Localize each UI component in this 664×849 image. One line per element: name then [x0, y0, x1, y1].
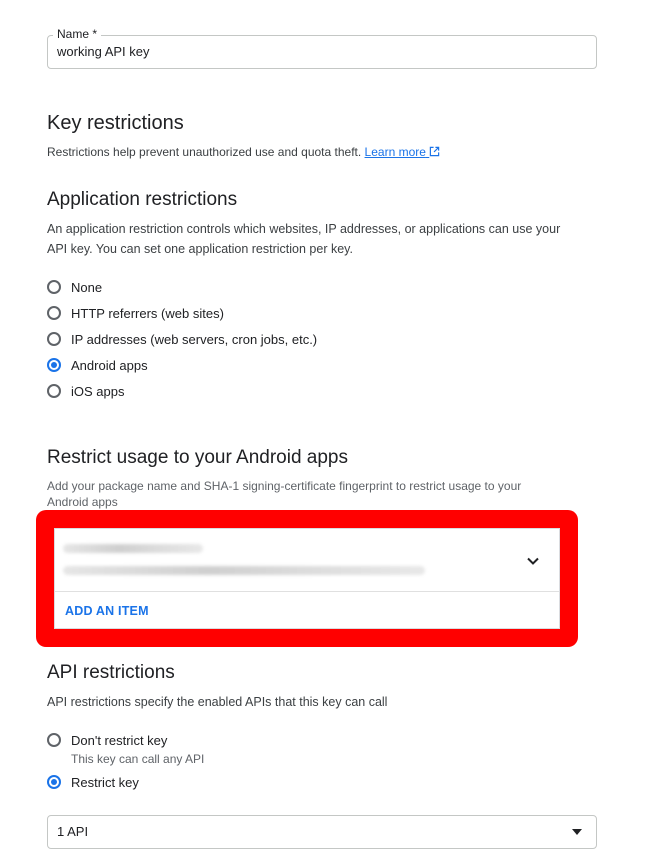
- learn-more-label: Learn more: [364, 145, 426, 159]
- application-restrictions-desc-1: An application restriction controls whic…: [47, 222, 561, 236]
- android-restrict-desc-2: Android apps: [47, 495, 118, 509]
- radio-ios-apps[interactable]: iOS apps: [47, 381, 124, 401]
- add-item-button[interactable]: ADD AN ITEM: [65, 604, 149, 618]
- key-restrictions-text: Restrictions help prevent unauthorized u…: [47, 145, 362, 159]
- api-restrictions-desc: API restrictions specify the enabled API…: [47, 695, 388, 709]
- divider: [55, 591, 559, 592]
- external-link-icon: [430, 146, 440, 157]
- api-restrictions-title: API restrictions: [47, 662, 175, 683]
- radio-http-referrers[interactable]: HTTP referrers (web sites): [47, 303, 224, 323]
- radio-button[interactable]: [47, 733, 61, 747]
- chevron-down-icon[interactable]: [525, 553, 541, 569]
- redacted-package-name: [63, 544, 203, 553]
- radio-label: IP addresses (web servers, cron jobs, et…: [71, 331, 318, 347]
- radio-restrict-key[interactable]: Restrict key: [47, 772, 139, 792]
- radio-ip-addresses[interactable]: IP addresses (web servers, cron jobs, et…: [47, 329, 317, 349]
- radio-sublabel: This key can call any API: [71, 752, 205, 766]
- select-value: 1 API: [57, 824, 89, 839]
- radio-button-selected[interactable]: [47, 358, 61, 372]
- page: Name * working API key Key restrictions …: [0, 0, 664, 849]
- dropdown-arrow-icon: [572, 829, 582, 835]
- radio-button-selected[interactable]: [47, 775, 61, 789]
- radio-dont-restrict[interactable]: Don't restrict key: [47, 730, 167, 750]
- radio-none[interactable]: None: [47, 277, 102, 297]
- key-restrictions-description: Restrictions help prevent unauthorized u…: [47, 144, 440, 160]
- radio-button[interactable]: [47, 384, 61, 398]
- radio-button[interactable]: [47, 332, 61, 346]
- radio-label: Android apps: [71, 357, 148, 373]
- radio-label: Don't restrict key: [71, 732, 168, 748]
- application-restrictions-title: Application restrictions: [47, 189, 238, 210]
- radio-android-apps[interactable]: Android apps: [47, 355, 148, 375]
- radio-label: None: [71, 279, 103, 295]
- radio-label: Restrict key: [71, 774, 139, 790]
- name-field-label: Name *: [53, 27, 102, 41]
- radio-label: HTTP referrers (web sites): [71, 305, 224, 321]
- radio-button[interactable]: [47, 306, 61, 320]
- name-field-value[interactable]: working API key: [57, 44, 150, 60]
- redacted-fingerprint: [63, 566, 425, 575]
- radio-label: iOS apps: [71, 383, 125, 399]
- android-restrict-title: Restrict usage to your Android apps: [47, 447, 349, 468]
- key-restrictions-title: Key restrictions: [47, 112, 184, 134]
- android-app-card: ADD AN ITEM: [54, 528, 560, 629]
- learn-more-link[interactable]: Learn more: [365, 145, 441, 159]
- application-restrictions-desc-2: API key. You can set one application res…: [47, 242, 353, 256]
- android-restrict-desc-1: Add your package name and SHA-1 signing-…: [47, 479, 522, 493]
- radio-button[interactable]: [47, 280, 61, 294]
- api-select-dropdown[interactable]: 1 API: [47, 815, 597, 849]
